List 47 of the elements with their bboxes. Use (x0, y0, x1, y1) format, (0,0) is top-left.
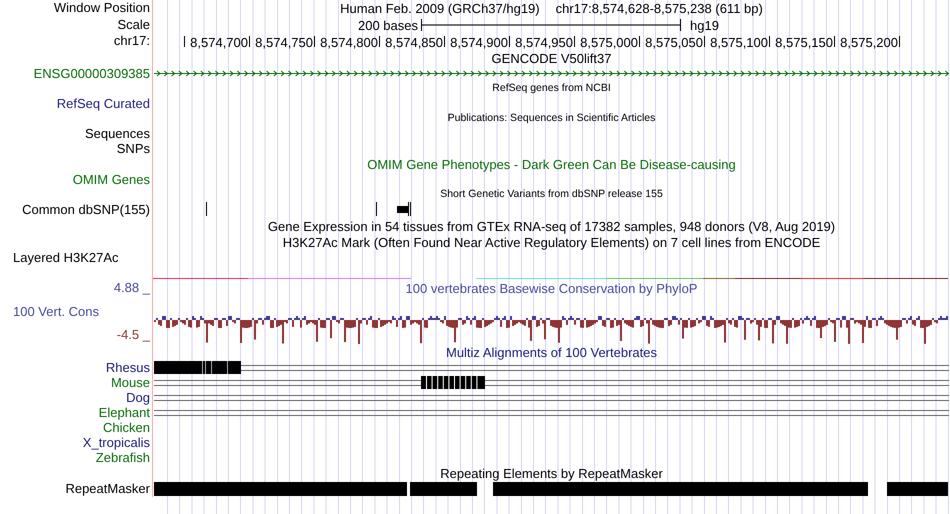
track-label: OMIM Genes (72, 172, 150, 187)
ruler-label: 8,575,200 (835, 36, 900, 47)
track-title: Publications: Sequences in Scientific Articles (448, 111, 656, 126)
ruler-label: 8,574,950 (510, 36, 575, 47)
ruler-label: 8,574,750 (250, 36, 315, 47)
track-label: ENSG00000309385 (34, 66, 150, 81)
ruler-label: 8,574,850 (380, 36, 445, 47)
track-label: Zebrafish (96, 450, 150, 465)
track-label: SNPs (116, 141, 150, 156)
track-title: OMIM Gene Phenotypes - Dark Green Can Be Disease-causing (367, 156, 736, 172)
track-label: Mouse (110, 375, 150, 390)
track-label: X_tropicalis (82, 435, 150, 450)
track-label: 100 Vert. Cons (12, 305, 100, 318)
ruler-label: 8,574,700 (185, 36, 250, 47)
track-label: Rhesus (106, 360, 150, 375)
ruler-label: 8,575,100 (705, 36, 770, 47)
track-title: Gene Expression in 54 tissues from GTEx RNA-seq of 17382 samples, 948 donors (V8, Aug 2019) (268, 218, 836, 234)
track-label: Dog (126, 390, 150, 405)
track-title: GENCODE V50lift37 (492, 50, 612, 66)
ruler-label: 8,575,000 (575, 36, 640, 47)
track-title: Multiz Alignments of 100 Vertebrates (446, 344, 657, 360)
axis-label: 4.88 _ (114, 280, 150, 295)
track-label: Common dbSNP(155) (22, 202, 150, 217)
track-title: RefSeq genes from NCBI (492, 81, 611, 96)
ruler-label: 8,574,900 (445, 36, 510, 47)
ruler-label: 8,575,050 (640, 36, 705, 47)
row-label: Window Position (54, 0, 150, 15)
row-label: chr17: (114, 33, 150, 48)
track-title: Repeating Elements by RepeatMasker (440, 466, 663, 480)
assembly-label: hg19 (689, 18, 719, 32)
track-label: Layered H3K27Ac (13, 250, 119, 265)
track-label: RefSeq Curated (56, 96, 150, 111)
scale-length: 200 bases (357, 18, 419, 32)
track-title: 100 vertebrates Basewise Conservation by PhyloP (406, 280, 698, 296)
track-label: RepeatMasker (65, 481, 150, 496)
ruler-tick (184, 36, 185, 47)
ruler-label: 8,575,150 (770, 36, 835, 47)
assembly-name: Human Feb. 2009 (GRCh37/hg19) (340, 1, 540, 16)
ruler-label: 8,574,800 (315, 36, 380, 47)
track-label: Chicken (103, 420, 150, 435)
row-label: Scale (117, 17, 150, 32)
track-label: Sequences (84, 126, 150, 141)
axis-label: -4.5 _ (116, 328, 150, 341)
track-title: H3K27Ac Mark (Often Found Near Active Regulatory Elements) on 7 cell lines from ENCODE (282, 234, 820, 250)
position-text: chr17:8,574,628-8,575,238 (611 bp) (556, 1, 763, 16)
track-label: Elephant (98, 405, 150, 420)
track-title: Short Genetic Variants from dbSNP release 155 (440, 187, 663, 202)
